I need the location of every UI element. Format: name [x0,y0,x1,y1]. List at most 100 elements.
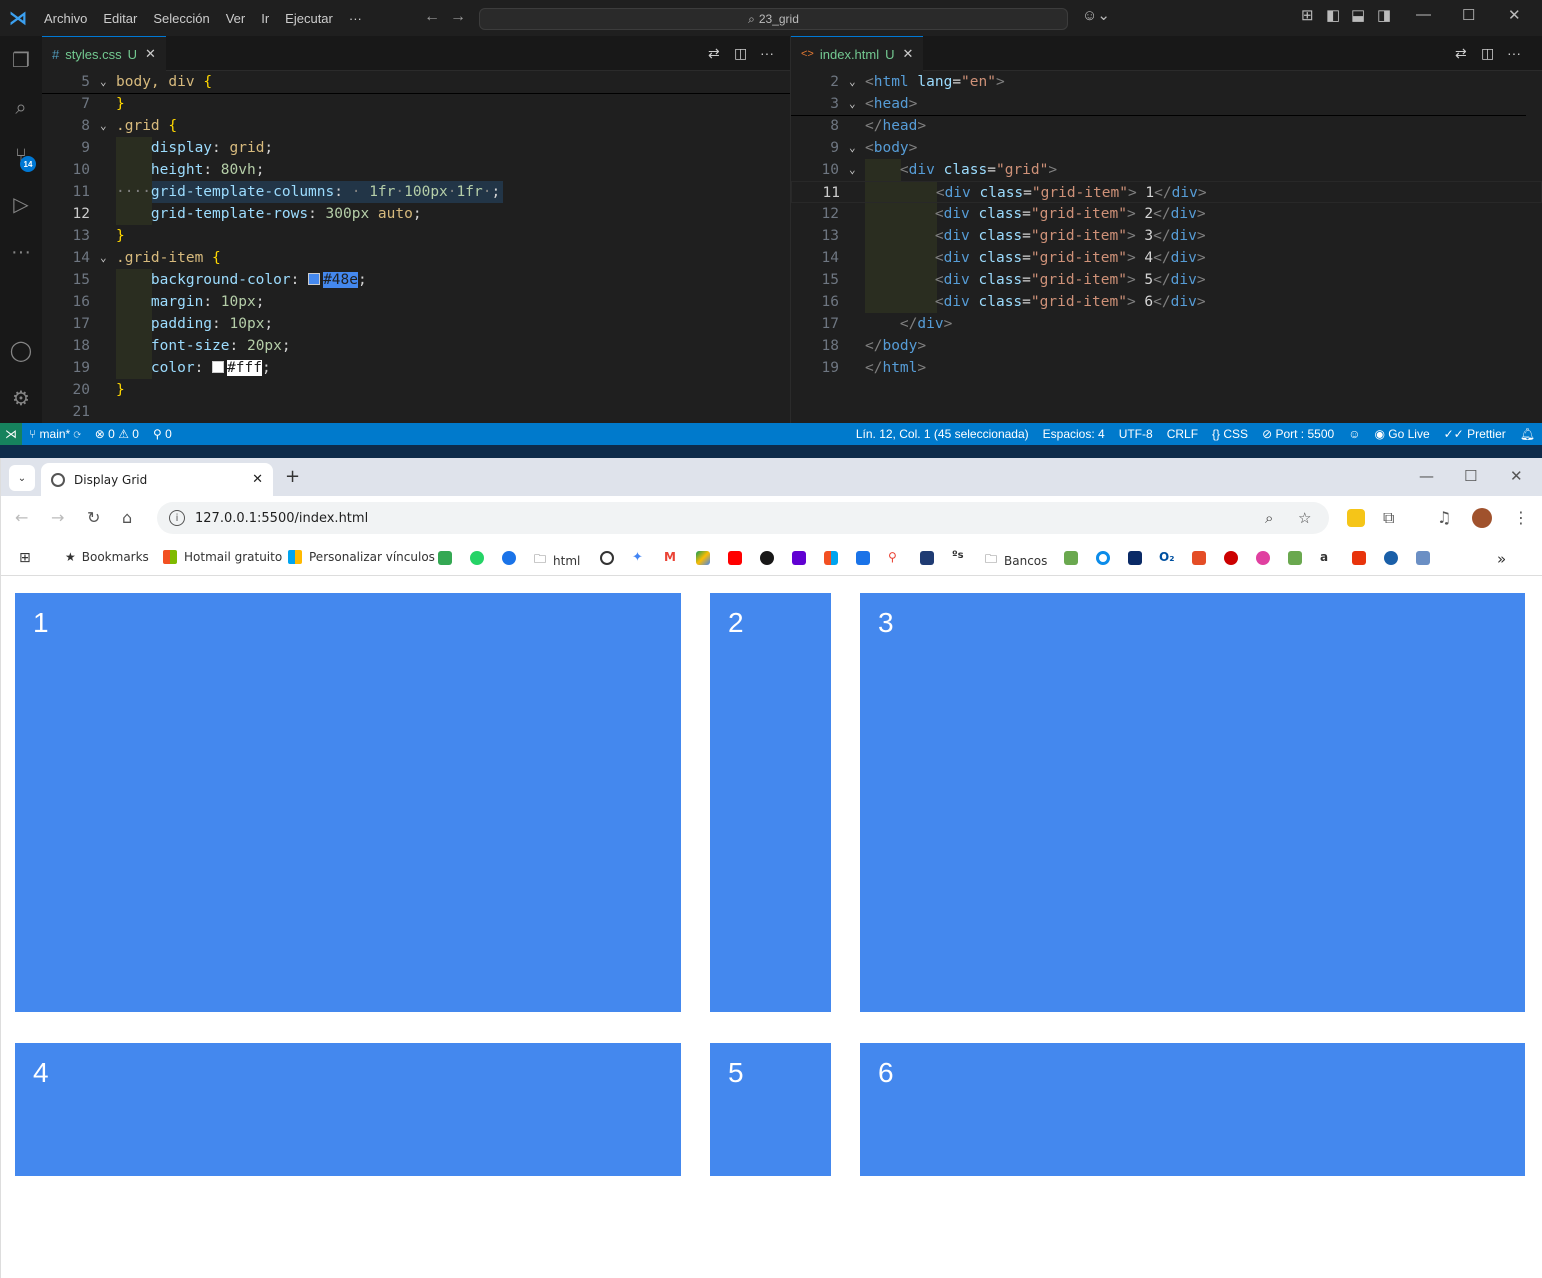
close-tab-icon[interactable]: ✕ [145,46,156,62]
microsoft-icon[interactable] [824,551,838,565]
code-line[interactable]: 10 ⌄ <div class="grid"> [791,159,1542,181]
code-line[interactable]: 15 <div class="grid-item"> 5</div> [791,269,1542,291]
bookmark-star-icon[interactable]: ☆ [1298,509,1311,527]
split-editor-icon[interactable]: ◫ [734,45,747,62]
code-line[interactable]: 14 <div class="grid-item"> 4</div> [791,247,1542,269]
copilot-status-icon[interactable]: ☺ [1341,427,1367,441]
gmail-icon[interactable]: M [664,550,676,564]
fold-chevron-icon[interactable]: ⌄ [849,71,856,93]
maximize-icon[interactable]: ☐ [1462,6,1475,24]
drive-icon[interactable] [696,551,710,565]
language-mode[interactable]: {} CSS [1205,427,1255,441]
branch-status[interactable]: ⑂ main* ⟳ [22,427,88,441]
menu-ir[interactable]: Ir [253,11,277,26]
bookmark-bookmarks[interactable]: ★ Bookmarks [65,550,149,564]
menu-ver[interactable]: Ver [218,11,254,26]
indentation[interactable]: Espacios: 4 [1036,427,1112,441]
bookmark-personalizar[interactable]: Personalizar vínculos [288,550,435,564]
reload-icon[interactable]: ↻ [87,508,100,527]
o2-icon[interactable]: O₂ [1159,550,1174,564]
html-editor[interactable]: <> index.html U ✕ ⇄ ◫ ··· 2 ⌄ <html lang="… [791,36,1542,423]
code-line[interactable]: 5 ⌄ body, div { [42,71,790,93]
bookmark-folder-html[interactable]: 🗀︎ html [534,550,580,571]
code-line[interactable]: 19 </html> [791,357,1542,379]
site-sb-icon[interactable] [1064,551,1078,565]
explorer-icon[interactable]: ❐ [5,44,37,76]
code-line[interactable]: 11 ····grid-template-columns: · 1fr·100px… [42,181,790,203]
code-line[interactable]: 9 display: grid; [42,137,790,159]
forward-arrow-icon[interactable]: → [450,8,466,26]
back-arrow-icon[interactable]: ← [424,8,440,26]
menu-ejecutar[interactable]: Ejecutar [277,11,341,26]
copilot-icon[interactable]: ☺⌄ [1082,6,1110,24]
site-skull-icon[interactable] [1256,551,1270,565]
code-line[interactable]: 12 grid-template-rows: 300px auto; [42,203,790,225]
messages-icon[interactable] [502,551,516,565]
command-center[interactable]: ⌕ 23_grid [479,8,1068,30]
tab-styles-css[interactable]: # styles.css U ✕ [42,36,166,71]
code-line[interactable]: 8 </head> [791,115,1542,137]
ports-status[interactable]: ⚲ 0 [146,427,179,441]
amazon-icon[interactable]: a [1320,550,1328,564]
open-changes-icon[interactable]: ⇄ [1455,45,1467,62]
run-debug-icon[interactable]: ▷ [5,188,37,220]
code-line[interactable]: 13} [42,225,790,247]
code-line[interactable]: 18 </body> [791,335,1542,357]
google-chat-icon[interactable] [438,551,452,565]
site-info-icon[interactable]: i [169,510,185,526]
site-bag-icon[interactable] [1352,551,1366,565]
code-line[interactable]: 16 margin: 10px; [42,291,790,313]
prettier[interactable]: ✓✓ Prettier [1437,427,1513,441]
youtube-icon[interactable] [728,551,742,565]
home-icon[interactable]: ⌂ [122,508,132,527]
code-line[interactable]: 8 ⌄ .grid { [42,115,790,137]
code-line[interactable]: 10 height: 80vh; [42,159,790,181]
new-tab-plus-icon[interactable]: + [285,466,300,487]
chatgpt-icon[interactable] [600,551,614,565]
search-icon[interactable]: ⌕ [5,92,37,124]
close-icon[interactable]: ✕ [1510,467,1523,485]
html-code-area[interactable]: 2 ⌄ <html lang="en"> 3 ⌄ <head> 8 </head> 9 ⌄ <bod… [791,71,1542,423]
fold-chevron-icon[interactable]: ⌄ [849,93,856,115]
close-icon[interactable]: ✕ [1508,6,1521,24]
yahoo-mail-icon[interactable] [792,551,806,565]
apps-grid-icon[interactable]: ⊞ [19,550,31,566]
extension-keep-icon[interactable] [1347,509,1365,527]
code-line[interactable]: 18 font-size: 20px; [42,335,790,357]
extensions-puzzle-icon[interactable]: ⧉ [1383,508,1394,528]
code-line[interactable]: 12 <div class="grid-item"> 2</div> [791,203,1542,225]
maximize-icon[interactable]: ☐ [1464,467,1477,485]
minimize-icon[interactable]: — [1416,6,1431,23]
layout-customize-icon[interactable]: ⊞ [1301,6,1314,24]
code-line[interactable]: 3 ⌄ <head> [791,93,1542,115]
minimize-icon[interactable]: — [1419,467,1434,485]
go-live[interactable]: ◉ Go Live [1367,427,1436,441]
fold-chevron-icon[interactable]: ⌄ [849,159,856,181]
menu-more[interactable]: ··· [341,11,370,26]
site-a-icon[interactable] [920,551,934,565]
code-line[interactable]: 21 [42,401,790,423]
menu-archivo[interactable]: Archivo [36,11,95,26]
code-line[interactable]: 11 <div class="grid-item"> 1</div> [791,181,1542,203]
code-line[interactable]: 7} [42,93,790,115]
back-arrow-icon[interactable]: ← [15,508,28,527]
code-line[interactable]: 19 color: #fff; [42,357,790,379]
line-ending[interactable]: CRLF [1160,427,1205,441]
remote-icon[interactable]: ⋊ [0,423,22,445]
gemini-icon[interactable]: ✦ [632,550,643,565]
problems-status[interactable]: ⊗ 0 ⚠ 0 [88,427,146,441]
css-editor[interactable]: # styles.css U ✕ ⇄ ◫ ··· 5 ⌄ body, div {7}… [42,36,790,423]
live-server-port[interactable]: ⊘ Port : 5500 [1255,427,1341,441]
edge-icon[interactable] [1096,551,1110,565]
site-doc-icon[interactable] [1416,551,1430,565]
site-dots-icon[interactable] [1224,551,1238,565]
encoding[interactable]: UTF-8 [1112,427,1160,441]
zoom-icon[interactable]: ⌕ [1265,509,1273,527]
maps-icon[interactable]: ⚲ [888,550,897,564]
profile-avatar[interactable] [1472,508,1492,528]
split-editor-icon[interactable]: ◫ [1481,45,1494,62]
code-line[interactable]: 2 ⌄ <html lang="en"> [791,71,1542,93]
more-bookmarks-chevron-icon[interactable]: » [1497,550,1506,568]
site-sb2-icon[interactable] [1288,551,1302,565]
fold-chevron-icon[interactable]: ⌄ [849,137,856,159]
